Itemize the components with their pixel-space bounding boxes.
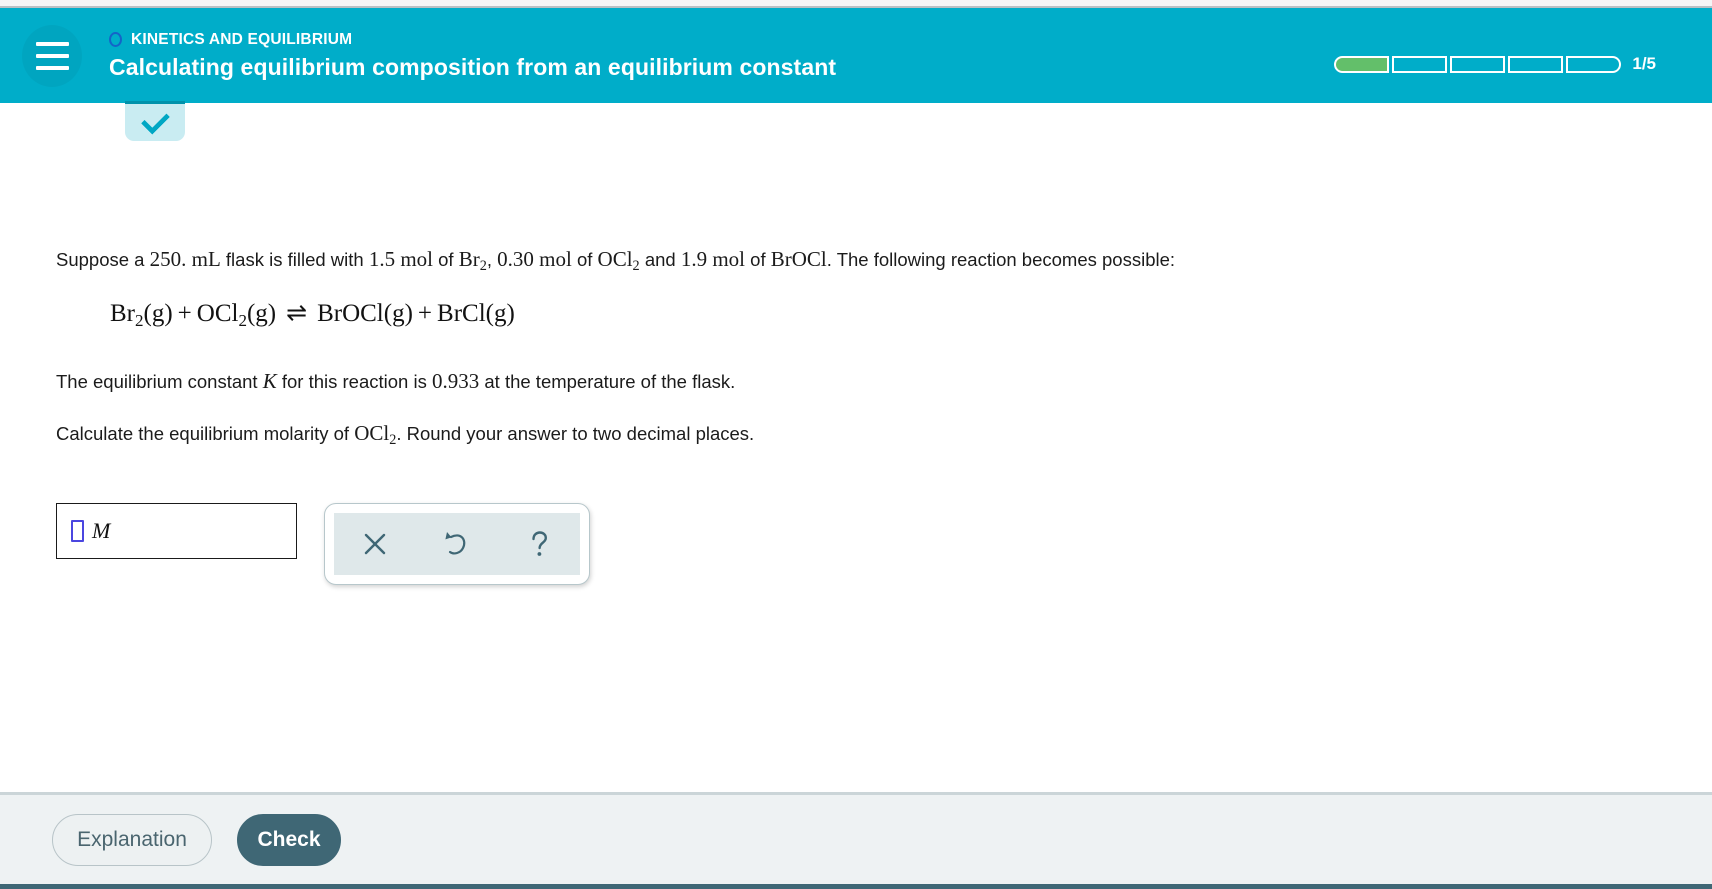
reactant-2-state: (g) <box>246 300 277 327</box>
constant-symbol: K <box>262 369 277 393</box>
species-1-formula: Br <box>458 247 480 271</box>
progress-segment-3 <box>1450 55 1506 73</box>
equation-reactant-1: Br2(g) <box>110 300 173 330</box>
answer-input[interactable]: M <box>56 503 297 559</box>
intro-text-5: of <box>571 249 598 270</box>
progress-segment-1 <box>1334 55 1390 73</box>
amount-1: 1.5 mol <box>368 247 433 271</box>
prompt-species-formula: OCl <box>354 421 390 445</box>
explanation-button[interactable]: Explanation <box>52 813 212 866</box>
chemical-equation: Br2(g) + OCl2(g) ⇌ BrOCl(g) + BrCl(g) <box>110 298 515 331</box>
intro-text-2: flask is filled with <box>220 249 369 270</box>
progress-track <box>1334 55 1622 73</box>
hamburger-bar <box>35 41 69 46</box>
product-1-formula: BrOCl <box>317 300 384 327</box>
equilibrium-constant-line: The equilibrium constant K for this reac… <box>56 366 735 398</box>
reactant-1-formula: Br <box>110 300 135 327</box>
question-intro: Suppose a 250. mL flask is filled with 1… <box>56 244 1175 277</box>
answer-placeholder-box <box>71 520 84 542</box>
species-1-subscript: 2 <box>479 257 487 274</box>
product-2-state: (g) <box>485 300 515 327</box>
hamburger-bar <box>35 53 69 58</box>
undo-arrow-icon <box>445 532 466 555</box>
header-title-group: KINETICS AND EQUILIBRIUM Calculating equ… <box>109 31 836 81</box>
collapse-header-tab[interactable] <box>125 101 185 141</box>
question-prompt: Calculate the equilibrium molarity of OC… <box>56 418 754 451</box>
clear-button[interactable] <box>346 515 404 573</box>
hamburger-icon[interactable] <box>22 24 82 87</box>
species-2-subscript: 2 <box>632 257 640 274</box>
amount-3: 1.9 mol <box>680 247 746 271</box>
progress-segment-2 <box>1392 55 1448 73</box>
species-1: Br2 <box>458 247 487 274</box>
unit-label: M <box>92 518 111 543</box>
action-footer: Explanation Check <box>0 792 1712 884</box>
intro-text-8: . The following reaction becomes possibl… <box>826 249 1176 270</box>
prompt-text-2: . Round your answer to two decimal place… <box>396 423 755 444</box>
intro-text-6: and <box>639 249 681 270</box>
progress-segment-4 <box>1508 55 1564 73</box>
equation-product-1: BrOCl(g) <box>317 300 413 327</box>
progress-count: 1/5 <box>1632 54 1656 73</box>
intro-text-3: of <box>433 249 459 270</box>
topic-label: KINETICS AND EQUILIBRIUM <box>131 30 353 48</box>
constant-text-1: The equilibrium constant <box>56 371 263 392</box>
equation-product-2: BrCl(g) <box>437 300 515 327</box>
constant-text-2: for this reaction is <box>276 371 432 392</box>
hamburger-bar <box>35 65 69 70</box>
undo-button[interactable] <box>428 515 486 573</box>
progress-indicator: 1/5 <box>1334 54 1656 74</box>
circle-outline-icon <box>109 32 122 47</box>
amount-2: 0.30 mol <box>497 247 572 271</box>
reactant-2-subscript: 2 <box>238 310 247 330</box>
equilibrium-arrow-icon: ⇌ <box>286 300 308 327</box>
question-content: Suppose a 250. mL flask is filled with 1… <box>0 103 1712 792</box>
product-1-state: (g) <box>383 300 413 327</box>
intro-text-4: , <box>486 249 498 270</box>
product-2-formula: BrCl <box>437 300 486 327</box>
reactant-1-subscript: 2 <box>135 310 144 330</box>
answer-toolbar-inner <box>334 513 580 575</box>
intro-text-7: of <box>745 249 771 270</box>
top-chrome-strip <box>0 0 1712 8</box>
app-header: KINETICS AND EQUILIBRIUM Calculating equ… <box>0 8 1712 141</box>
prompt-text-1: Calculate the equilibrium molarity of <box>56 423 355 444</box>
equation-plus-2: + <box>417 300 433 327</box>
topic-eyebrow: KINETICS AND EQUILIBRIUM <box>109 31 836 49</box>
answer-area: M <box>56 503 590 585</box>
answer-toolbar <box>324 503 590 585</box>
species-2-formula: OCl <box>597 247 633 271</box>
species-3: BrOCl <box>770 247 827 271</box>
intro-text-1: Suppose a <box>56 249 150 270</box>
prompt-species: OCl2 <box>354 421 396 448</box>
page-title: Calculating equilibrium composition from… <box>109 53 837 80</box>
flask-volume: 250. mL <box>149 247 221 271</box>
constant-text-3: at the temperature of the flask. <box>479 371 736 392</box>
equation-plus-1: + <box>177 300 192 327</box>
reactant-1-state: (g) <box>143 300 173 327</box>
reactant-2-formula: OCl <box>196 300 239 327</box>
constant-value: 0.933 <box>431 369 480 393</box>
close-x-icon <box>364 533 386 555</box>
equation-reactant-2: OCl2(g) <box>196 300 277 330</box>
progress-segment-5 <box>1566 55 1622 73</box>
help-button[interactable] <box>510 515 568 573</box>
question-mark-icon <box>532 531 548 556</box>
species-2: OCl2 <box>597 247 640 274</box>
footer-bottom-rule <box>0 884 1712 889</box>
check-button[interactable]: Check <box>237 813 341 866</box>
chevron-down-icon <box>140 105 170 135</box>
